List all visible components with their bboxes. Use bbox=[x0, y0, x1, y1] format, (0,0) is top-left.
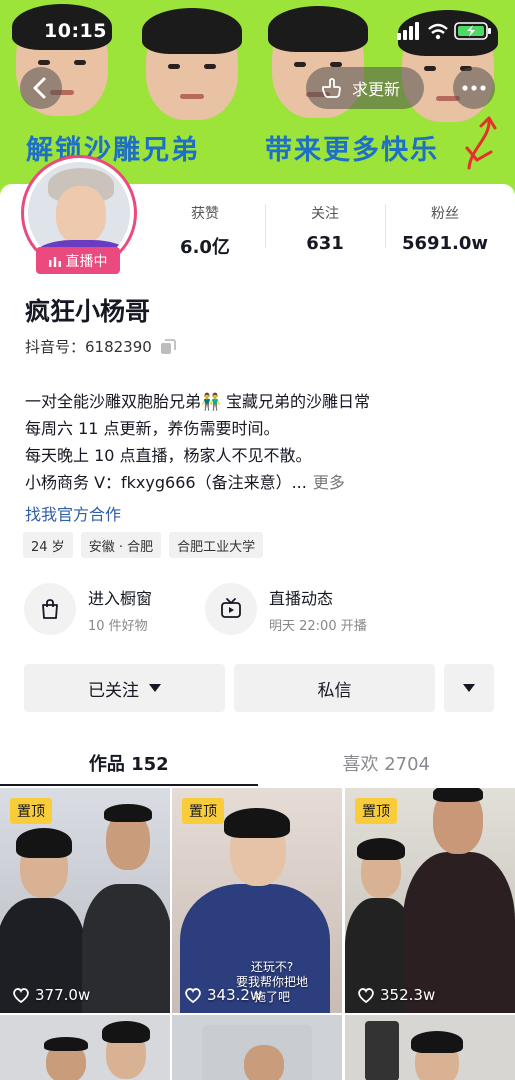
pinned-badge: 置顶 bbox=[10, 798, 52, 824]
arrow-doodle-icon bbox=[465, 116, 497, 170]
caret-down-icon bbox=[149, 684, 161, 692]
bio-line-2: 每周六 11 点更新，养伤需要时间。 bbox=[25, 419, 280, 438]
video-tile[interactable]: 置顶 还玩不? 要我帮你把地拖了吧 343.2w bbox=[172, 788, 342, 1013]
stat-likes-label: 获赞 bbox=[191, 206, 219, 222]
tab-works[interactable]: 作品 152 bbox=[0, 738, 258, 788]
bio-line-4: 小杨商务 V：fkxyg666（备注来意）... 更多 bbox=[25, 469, 495, 496]
live-label: 直播中 bbox=[65, 253, 108, 270]
live-schedule-title: 直播动态 bbox=[269, 588, 334, 608]
video-likes-count: 343.2w bbox=[207, 986, 263, 1004]
video-tile[interactable]: 置顶 352.3w bbox=[345, 788, 515, 1013]
caret-down-icon bbox=[463, 684, 475, 692]
request-update-label: 求更新 bbox=[352, 80, 401, 99]
tag-location: 安徽 · 合肥 bbox=[80, 532, 162, 558]
followed-button[interactable]: 已关注 bbox=[24, 664, 225, 712]
pinned-badge: 置顶 bbox=[355, 798, 397, 824]
shop-window-entry[interactable]: 进入橱窗 10 件好物 bbox=[24, 583, 152, 635]
banner-face-2 bbox=[142, 8, 242, 120]
more-options-button[interactable] bbox=[453, 67, 495, 109]
shop-window-title: 进入橱窗 bbox=[88, 588, 153, 608]
video-likes-count: 377.0w bbox=[35, 986, 91, 1004]
pinned-badge: 置顶 bbox=[182, 798, 224, 824]
profile-bio: 一对全能沙雕双胞胎兄弟👬 宝藏兄弟的沙雕日常 每周六 11 点更新，养伤需要时间… bbox=[25, 388, 495, 496]
status-time: 10:15 bbox=[44, 20, 107, 42]
shop-window-subtitle: 10 件好物 bbox=[88, 618, 148, 634]
stat-followers-label: 粉丝 bbox=[431, 206, 459, 222]
profile-name: 疯狂小杨哥 bbox=[25, 297, 151, 326]
stat-following-label: 关注 bbox=[311, 206, 339, 222]
live-schedule-subtitle: 明天 22:00 开播 bbox=[269, 618, 367, 634]
content-tabs: 作品 152 喜欢 2704 bbox=[0, 738, 515, 788]
video-likes: 352.3w bbox=[357, 986, 435, 1004]
heart-icon bbox=[185, 988, 201, 1004]
live-bars-icon bbox=[48, 256, 61, 267]
chevron-left-icon bbox=[33, 77, 46, 99]
stat-following-value: 631 bbox=[306, 233, 344, 254]
official-cooperation-link[interactable]: 找我官方合作 bbox=[25, 501, 121, 525]
live-badge[interactable]: 直播中 bbox=[36, 247, 120, 274]
recommend-dropdown-button[interactable] bbox=[444, 664, 494, 712]
video-tile[interactable] bbox=[0, 1015, 170, 1080]
more-dots-icon bbox=[462, 85, 486, 91]
shopping-bag-icon bbox=[24, 583, 76, 635]
profile-stats: 获赞 6.0亿 关注 631 粉丝 5691.0w bbox=[145, 200, 505, 258]
douyin-id-text: 抖音号：6182390 bbox=[25, 338, 152, 356]
heart-icon bbox=[358, 988, 374, 1004]
copy-icon[interactable] bbox=[160, 338, 176, 355]
bio-line-3: 每天晚上 10 点直播，杨家人不见不散。 bbox=[25, 446, 312, 465]
status-icons bbox=[397, 22, 491, 40]
tag-age: 24 岁 bbox=[23, 532, 73, 558]
message-label: 私信 bbox=[317, 680, 352, 701]
stat-likes[interactable]: 获赞 6.0亿 bbox=[145, 200, 265, 258]
live-schedule-entry[interactable]: 直播动态 明天 22:00 开播 bbox=[205, 583, 367, 635]
followed-label: 已关注 bbox=[88, 680, 139, 701]
douyin-id: 抖音号：6182390 bbox=[25, 336, 176, 357]
bio-line-1: 一对全能沙雕双胞胎兄弟👬 宝藏兄弟的沙雕日常 bbox=[25, 392, 371, 411]
video-tile[interactable] bbox=[172, 1015, 342, 1080]
stat-following[interactable]: 关注 631 bbox=[265, 200, 385, 256]
video-tile[interactable]: 置顶 377.0w bbox=[0, 788, 170, 1013]
heart-icon bbox=[13, 988, 29, 1004]
banner-slogan-right: 带来更多快乐 bbox=[265, 135, 439, 166]
stat-likes-value: 6.0亿 bbox=[180, 237, 230, 258]
bio-more-link[interactable]: 更多 bbox=[313, 473, 345, 492]
video-likes-count: 352.3w bbox=[380, 986, 436, 1004]
stat-followers[interactable]: 粉丝 5691.0w bbox=[385, 200, 505, 256]
stat-followers-value: 5691.0w bbox=[401, 233, 489, 254]
video-likes: 377.0w bbox=[12, 986, 90, 1004]
tag-school[interactable]: 合肥工业大学 bbox=[169, 532, 264, 558]
tab-likes[interactable]: 喜欢 2704 bbox=[258, 738, 515, 788]
message-button[interactable]: 私信 bbox=[234, 664, 435, 712]
request-update-button[interactable]: 求更新 bbox=[306, 67, 424, 109]
hand-point-icon bbox=[322, 78, 341, 98]
video-tile[interactable] bbox=[345, 1015, 515, 1080]
back-button[interactable] bbox=[20, 67, 62, 109]
profile-tags: 24 岁 安徽 · 合肥 合肥工业大学 bbox=[23, 532, 264, 558]
video-likes: 343.2w bbox=[184, 986, 262, 1004]
tv-icon bbox=[205, 583, 257, 635]
bio-line-4-text: 小杨商务 V：fkxyg666（备注来意）... bbox=[25, 473, 307, 492]
